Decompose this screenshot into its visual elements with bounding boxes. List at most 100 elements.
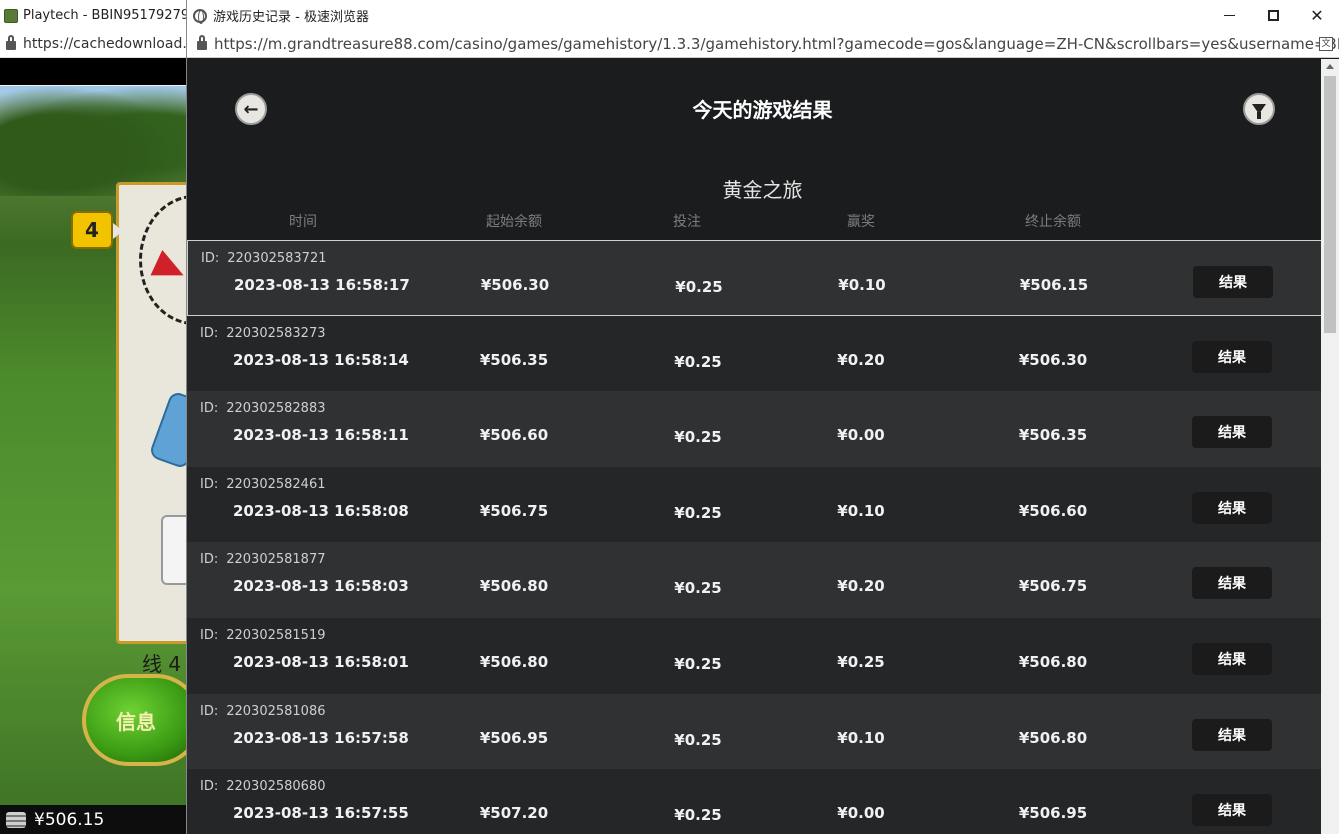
maximize-icon [1267,10,1279,21]
row-bet: ¥0.25 [674,654,722,673]
round-id: 220302583721 [227,251,327,266]
row-time: 2023-08-13 16:58:01 [233,652,409,671]
id-label: ID: [200,703,219,719]
result-button[interactable]: 结果 [1192,416,1272,449]
row-start-balance: ¥506.30 [480,276,550,294]
row-bet: ¥0.25 [674,806,722,825]
column-header-start-balance: 起始余额 [486,214,542,230]
table-row[interactable]: ID: 220302581519 2023-08-13 16:58:01 ¥506… [187,617,1322,694]
page-title: 今天的游戏结果 [692,98,833,122]
close-icon: ✕ [1310,6,1324,25]
minimize-button[interactable] [1207,0,1251,31]
row-end-balance: ¥506.15 [1019,276,1089,294]
column-header-time: 时间 [289,214,317,230]
address-bar[interactable]: https://m.grandtreasure88.com/casino/gam… [187,31,1339,58]
row-id: ID: 220302582883 [200,401,326,416]
vertical-scrollbar[interactable] [1321,59,1339,834]
row-bet: ¥0.25 [674,503,722,522]
background-window-title: Playtech - BBIN951792798 - [23,8,187,23]
row-time: 2023-08-13 16:57:55 [233,804,409,823]
row-bet: ¥0.25 [674,579,722,598]
table-row[interactable]: ID: 220302581877 2023-08-13 16:58:03 ¥506… [187,542,1322,618]
result-button[interactable]: 结果 [1193,266,1273,298]
row-id: ID: 220302580680 [200,779,326,794]
table-row[interactable]: ID: 220302583273 2023-08-13 16:58:14 ¥506… [187,315,1322,392]
game-name: 黄金之旅 [722,178,803,202]
result-button[interactable]: 结果 [1192,642,1272,675]
table-row[interactable]: ID: 220302582883 2023-08-13 16:58:11 ¥506… [187,391,1322,467]
reel-frame [116,182,187,644]
table-row[interactable]: ID: 220302582461 2023-08-13 16:58:08 ¥506… [187,466,1322,543]
result-button[interactable]: 结果 [1192,491,1272,524]
history-table: ID: 220302583721 2023-08-13 16:58:17 ¥506… [187,240,1322,834]
table-row[interactable]: ID: 220302581086 2023-08-13 16:57:58 ¥506… [187,693,1322,770]
round-id: 220302583273 [226,325,326,341]
row-start-balance: ¥506.80 [479,577,549,596]
slot-game-area[interactable]: 4 线 4 信息 [0,86,187,805]
playtech-app-icon [4,8,18,23]
minimize-icon [1223,15,1235,16]
round-id: 220302582883 [226,401,326,417]
id-label: ID: [201,251,220,266]
row-time: 2023-08-13 16:58:11 [233,426,409,445]
row-win: ¥0.10 [838,276,886,294]
column-header-end-balance: 终止余额 [1025,214,1081,230]
reader-mode-icon[interactable]: 文 [1319,37,1333,51]
payline-badge[interactable]: 4 [71,211,123,249]
round-id: 220302582461 [226,476,326,492]
row-end-balance: ¥506.80 [1018,728,1088,747]
result-button[interactable]: 结果 [1192,718,1272,751]
row-id: ID: 220302581086 [200,704,326,719]
result-button[interactable]: 结果 [1192,567,1272,600]
id-label: ID: [200,552,219,568]
row-id: ID: 220302581519 [200,628,326,643]
table-row[interactable]: ID: 220302583721 2023-08-13 16:58:17 ¥506… [187,240,1322,316]
row-start-balance: ¥506.35 [479,350,549,369]
background-window[interactable]: Playtech - BBIN951792798 - https://cache… [0,0,187,834]
row-id: ID: 220302581877 [200,552,326,567]
golf-cart-symbol [161,515,187,585]
row-start-balance: ¥506.80 [479,652,549,671]
result-button[interactable]: 结果 [1192,794,1272,827]
row-start-balance: ¥506.95 [479,728,549,747]
row-start-balance: ¥506.75 [479,501,549,520]
row-bet: ¥0.25 [674,352,722,371]
table-row[interactable]: ID: 220302580680 2023-08-13 16:57:55 ¥507… [187,769,1322,834]
background-address-bar[interactable]: https://cachedownload.g [0,31,187,58]
payline-label: 线 4 [142,652,182,676]
row-end-balance: ¥506.35 [1018,426,1088,445]
row-end-balance: ¥506.60 [1018,501,1088,520]
background-url: https://cachedownload.g [23,36,187,52]
filter-button[interactable] [1243,93,1275,125]
result-button[interactable]: 结果 [1192,340,1272,373]
page-header: ← 今天的游戏结果 [187,59,1322,159]
url-text[interactable]: https://m.grandtreasure88.com/casino/gam… [214,35,1339,53]
row-win: ¥0.00 [837,426,885,445]
coins-icon [6,811,26,828]
id-label: ID: [200,476,219,492]
column-header-win: 赢奖 [847,214,875,230]
history-browser-window[interactable]: 游戏历史记录 - 极速浏览器 ✕ https://m.grandtreasure… [186,0,1339,834]
round-id: 220302581877 [226,552,326,568]
scroll-up-arrow-icon[interactable] [1321,59,1339,73]
row-bet: ¥0.25 [674,730,722,749]
browser-titlebar[interactable]: 游戏历史记录 - 极速浏览器 ✕ [187,0,1339,31]
row-win: ¥0.00 [837,804,885,823]
row-win: ¥0.10 [837,501,885,520]
round-id: 220302580680 [226,779,326,795]
row-time: 2023-08-13 16:58:17 [234,276,410,294]
row-id: ID: 220302583273 [200,326,326,341]
maximize-button[interactable] [1251,0,1295,31]
balance-bar: ¥506.15 [0,805,187,834]
game-top-bar [0,58,187,85]
balance-value: ¥506.15 [34,809,105,830]
background-titlebar[interactable]: Playtech - BBIN951792798 - [0,0,187,31]
row-end-balance: ¥506.80 [1018,652,1088,671]
info-button[interactable]: 信息 [82,674,187,766]
row-time: 2023-08-13 16:58:03 [233,577,409,596]
scroll-thumb[interactable] [1324,76,1336,333]
column-header-bet: 投注 [673,214,701,230]
close-button[interactable]: ✕ [1295,0,1339,31]
globe-icon [193,8,207,24]
row-start-balance: ¥506.60 [479,426,549,445]
